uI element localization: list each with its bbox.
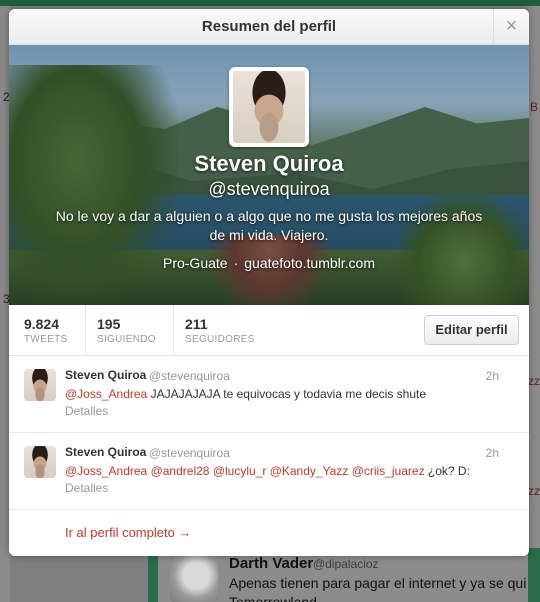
- background-topbar: [0, 0, 540, 6]
- profile-summary-modal: Resumen del perfil × Steven Quiroa @stev…: [9, 9, 529, 556]
- stat-label: SEGUIDORES: [185, 334, 255, 345]
- tweet-body: JAJAJAJAJA te equivocas y todavia me dec…: [147, 387, 427, 401]
- profile-handle: @stevenquiroa: [208, 179, 330, 199]
- stat-label: TWEETS: [24, 334, 68, 345]
- tweet-text: @Joss_Andrea @andrel28 @lucylu_r @Kandy_…: [65, 463, 470, 479]
- tweet-mention-link[interactable]: @Joss_Andrea: [65, 387, 147, 401]
- meta-separator: ·: [233, 255, 239, 271]
- profile-name: Steven Quiroa: [194, 151, 344, 176]
- stat-following[interactable]: 195 SIGUIENDO: [97, 316, 156, 345]
- tweet-avatar[interactable]: [24, 369, 56, 401]
- stat-followers[interactable]: 211 SEGUIDORES: [185, 316, 255, 345]
- tweet-mention-link[interactable]: @lucylu_r: [213, 464, 267, 478]
- tweet-mention-link[interactable]: @Joss_Andrea: [65, 464, 147, 478]
- background-tweet-handle: @dipalacioz: [313, 557, 379, 571]
- tweet-timestamp[interactable]: 2h: [486, 446, 499, 460]
- profile-meta: Pro-Guate · guatefoto.tumblr.com: [9, 255, 529, 271]
- tweet-item[interactable]: Steven Quiroa @stevenquiroa 2h @Joss_And…: [9, 433, 529, 510]
- stat-value: 195: [97, 316, 121, 332]
- tweet-author-handle[interactable]: @stevenquiroa: [149, 369, 230, 383]
- background-tweet-text: Apenas tienen para pagar el internet y y…: [229, 574, 540, 602]
- profile-url-link[interactable]: guatefoto.tumblr.com: [244, 255, 375, 271]
- profile-avatar[interactable]: [229, 67, 309, 147]
- tweet-text: @Joss_Andrea JAJAJAJAJA te equivocas y t…: [65, 386, 426, 402]
- background-accent-bar: [148, 548, 158, 602]
- tweet-mention-link[interactable]: @Kandy_Yazz: [270, 464, 349, 478]
- tweet-item[interactable]: Steven Quiroa @stevenquiroa 2h @Joss_And…: [9, 356, 529, 433]
- stat-tweets[interactable]: 9.824 TWEETS: [24, 316, 67, 345]
- modal-title: Resumen del perfil: [201, 18, 337, 35]
- modal-header: Resumen del perfil ×: [9, 9, 529, 45]
- profile-avatar-image: [233, 71, 305, 143]
- tweet-author-name[interactable]: Steven Quiroa: [65, 368, 146, 382]
- close-button[interactable]: ×: [493, 9, 529, 45]
- profile-stats: 9.824 TWEETS 195 SIGUIENDO 211 SEGUIDORE…: [9, 305, 529, 356]
- tweet-details-link[interactable]: Detalles: [65, 404, 108, 418]
- tweet-mention-link[interactable]: @andrel28: [151, 464, 210, 478]
- stat-divider: [85, 305, 86, 356]
- tweet-timestamp[interactable]: 2h: [486, 369, 499, 383]
- tweet-details-link[interactable]: Detalles: [65, 481, 108, 495]
- tweet-avatar[interactable]: [24, 446, 56, 478]
- background-fragment: B: [530, 100, 539, 114]
- close-icon: ×: [505, 15, 518, 37]
- tweet-author-handle[interactable]: @stevenquiroa: [149, 446, 230, 460]
- background-fragment: zz2: [528, 484, 540, 498]
- stat-divider: [173, 305, 174, 356]
- background-tweet-text-line: Apenas tienen para pagar el internet y y…: [229, 575, 527, 591]
- background-fragment: zzy: [528, 374, 540, 388]
- full-profile-link[interactable]: Ir al perfil completo →: [65, 525, 191, 540]
- tweet-mention-link[interactable]: @criis_juarez: [352, 464, 425, 478]
- background-tweet-name: Darth Vader: [229, 555, 314, 572]
- profile-header-banner: Steven Quiroa @stevenquiroa No le voy a …: [9, 45, 529, 305]
- stat-value: 211: [185, 316, 208, 332]
- tweet-body: ¿ok? D:: [424, 464, 470, 478]
- profile-bio: No le voy a dar a alguien o a algo que n…: [55, 208, 483, 243]
- tweet-author-name[interactable]: Steven Quiroa: [65, 445, 146, 459]
- background-right-column: [528, 6, 540, 602]
- background-tweet-text-line: Tomorrowland: [229, 594, 317, 602]
- edit-profile-button[interactable]: Editar perfil: [424, 315, 519, 345]
- profile-location: Pro-Guate: [162, 255, 228, 271]
- stat-value: 9.824: [24, 316, 60, 332]
- stat-label: SIGUIENDO: [97, 334, 156, 345]
- background-tweet-avatar: [170, 554, 218, 602]
